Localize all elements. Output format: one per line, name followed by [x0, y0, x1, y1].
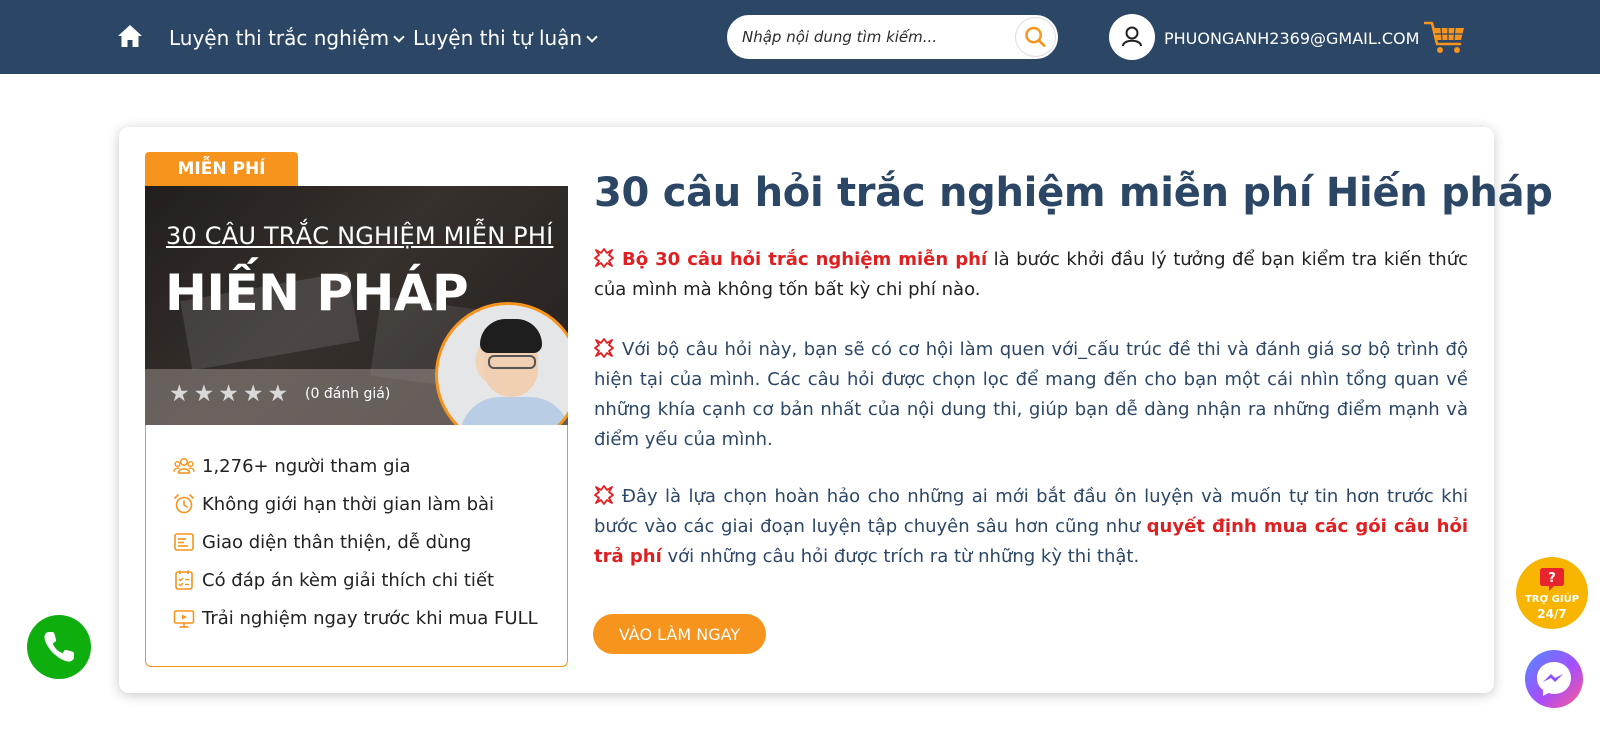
user-icon	[1122, 26, 1142, 47]
cart-icon[interactable]	[1424, 20, 1466, 56]
chevron-down-icon	[393, 31, 405, 43]
search-icon	[1025, 26, 1046, 47]
paragraph-text: Với bộ câu hỏi này, bạn sẽ có cơ hội làm…	[594, 339, 1468, 450]
nav-luyen-thi-tu-luan[interactable]: Luyện thi tự luận	[413, 26, 598, 50]
call-button[interactable]	[27, 615, 91, 679]
svg-text:?: ?	[1548, 571, 1556, 586]
help-label-line-2: 24/7	[1537, 607, 1567, 621]
users-icon	[173, 458, 195, 474]
star-icon: ★	[267, 380, 289, 406]
thumbnail-subtitle: 30 CÂU TRẮC NGHIỆM MIỄN PHÍ	[166, 222, 554, 250]
alarm-clock-icon	[174, 494, 194, 514]
feature-label: Có đáp án kèm giải thích chi tiết	[202, 569, 495, 591]
feature-label: 1,276+ người tham gia	[202, 455, 411, 477]
search-button[interactable]	[1015, 17, 1056, 57]
user-avatar[interactable]	[1109, 14, 1155, 60]
free-badge: MIỄN PHÍ	[145, 152, 298, 186]
user-email[interactable]: PHUONGANH2369@GMAIL.COM	[1164, 29, 1419, 48]
feature-item: Giao diện thân thiện, dễ dùng	[173, 530, 471, 554]
description-paragraph-2: Với bộ câu hỏi này, bạn sẽ có cơ hội làm…	[594, 335, 1468, 455]
help-support-button[interactable]: ? TRỢ GIÚP 24/7	[1516, 557, 1588, 629]
star-icon: ★	[242, 380, 264, 406]
feature-item: 1,276+ người tham gia	[173, 454, 411, 478]
feature-label: Không giới hạn thời gian làm bài	[202, 493, 495, 515]
feature-item: Không giới hạn thời gian làm bài	[173, 492, 494, 516]
rating-count: (0 đánh giá)	[305, 386, 391, 402]
phone-icon	[44, 632, 74, 662]
messenger-button[interactable]	[1525, 650, 1583, 708]
anger-symbol-icon	[594, 248, 614, 268]
help-label-line-1: TRỢ GIÚP	[1524, 594, 1580, 605]
thumbnail-title: HIẾN PHÁP	[165, 264, 469, 322]
nav-label: Luyện thi trắc nghiệm	[169, 26, 390, 50]
search-input[interactable]	[742, 26, 992, 48]
course-thumbnail[interactable]: 30 CÂU TRẮC NGHIỆM MIỄN PHÍ HIẾN PHÁP ★ …	[145, 186, 568, 425]
messenger-icon	[1537, 662, 1571, 696]
nav-luyen-thi-trac-nghiem[interactable]: Luyện thi trắc nghiệm	[169, 26, 405, 50]
description-paragraph-1: Bộ 30 câu hỏi trắc nghiệm miễn phí là bư…	[594, 245, 1468, 305]
description-paragraph-3: Đây là lựa chọn hoàn hảo cho những ai mớ…	[594, 482, 1468, 572]
feature-item: Trải nghiệm ngay trước khi mua FULL	[173, 606, 538, 630]
course-title: 30 câu hỏi trắc nghiệm miễn phí Hiến phá…	[594, 170, 1553, 216]
feature-label: Giao diện thân thiện, dễ dùng	[202, 531, 472, 553]
interface-icon	[174, 533, 194, 551]
start-now-button[interactable]: VÀO LÀM NGAY	[593, 614, 766, 654]
anger-symbol-icon	[594, 338, 614, 358]
chevron-down-icon	[586, 31, 598, 43]
top-navigation-bar: Luyện thi trắc nghiệm Luyện thi tự luận …	[0, 0, 1600, 74]
star-icon: ★	[169, 380, 190, 406]
anger-symbol-icon	[594, 485, 614, 505]
screen-play-icon	[173, 610, 195, 628]
paragraph-text: với những câu hỏi được trích ra từ những…	[661, 546, 1140, 567]
star-rating: ★ ★ ★ ★ ★	[169, 381, 288, 405]
feature-list: 1,276+ người tham gia Không giới hạn thờ…	[145, 425, 568, 667]
feature-label: Trải nghiệm ngay trước khi mua FULL	[202, 607, 538, 629]
help-label: TRỢ GIÚP 24/7	[1516, 593, 1588, 621]
star-icon: ★	[218, 380, 239, 406]
star-icon: ★	[193, 380, 215, 406]
home-icon[interactable]	[117, 24, 143, 48]
search-box	[727, 15, 1058, 59]
checklist-icon	[175, 570, 193, 590]
highlighted-text: Bộ 30 câu hỏi trắc nghiệm miễn phí	[622, 249, 988, 270]
feature-item: Có đáp án kèm giải thích chi tiết	[173, 568, 494, 592]
nav-label: Luyện thi tự luận	[413, 26, 583, 50]
